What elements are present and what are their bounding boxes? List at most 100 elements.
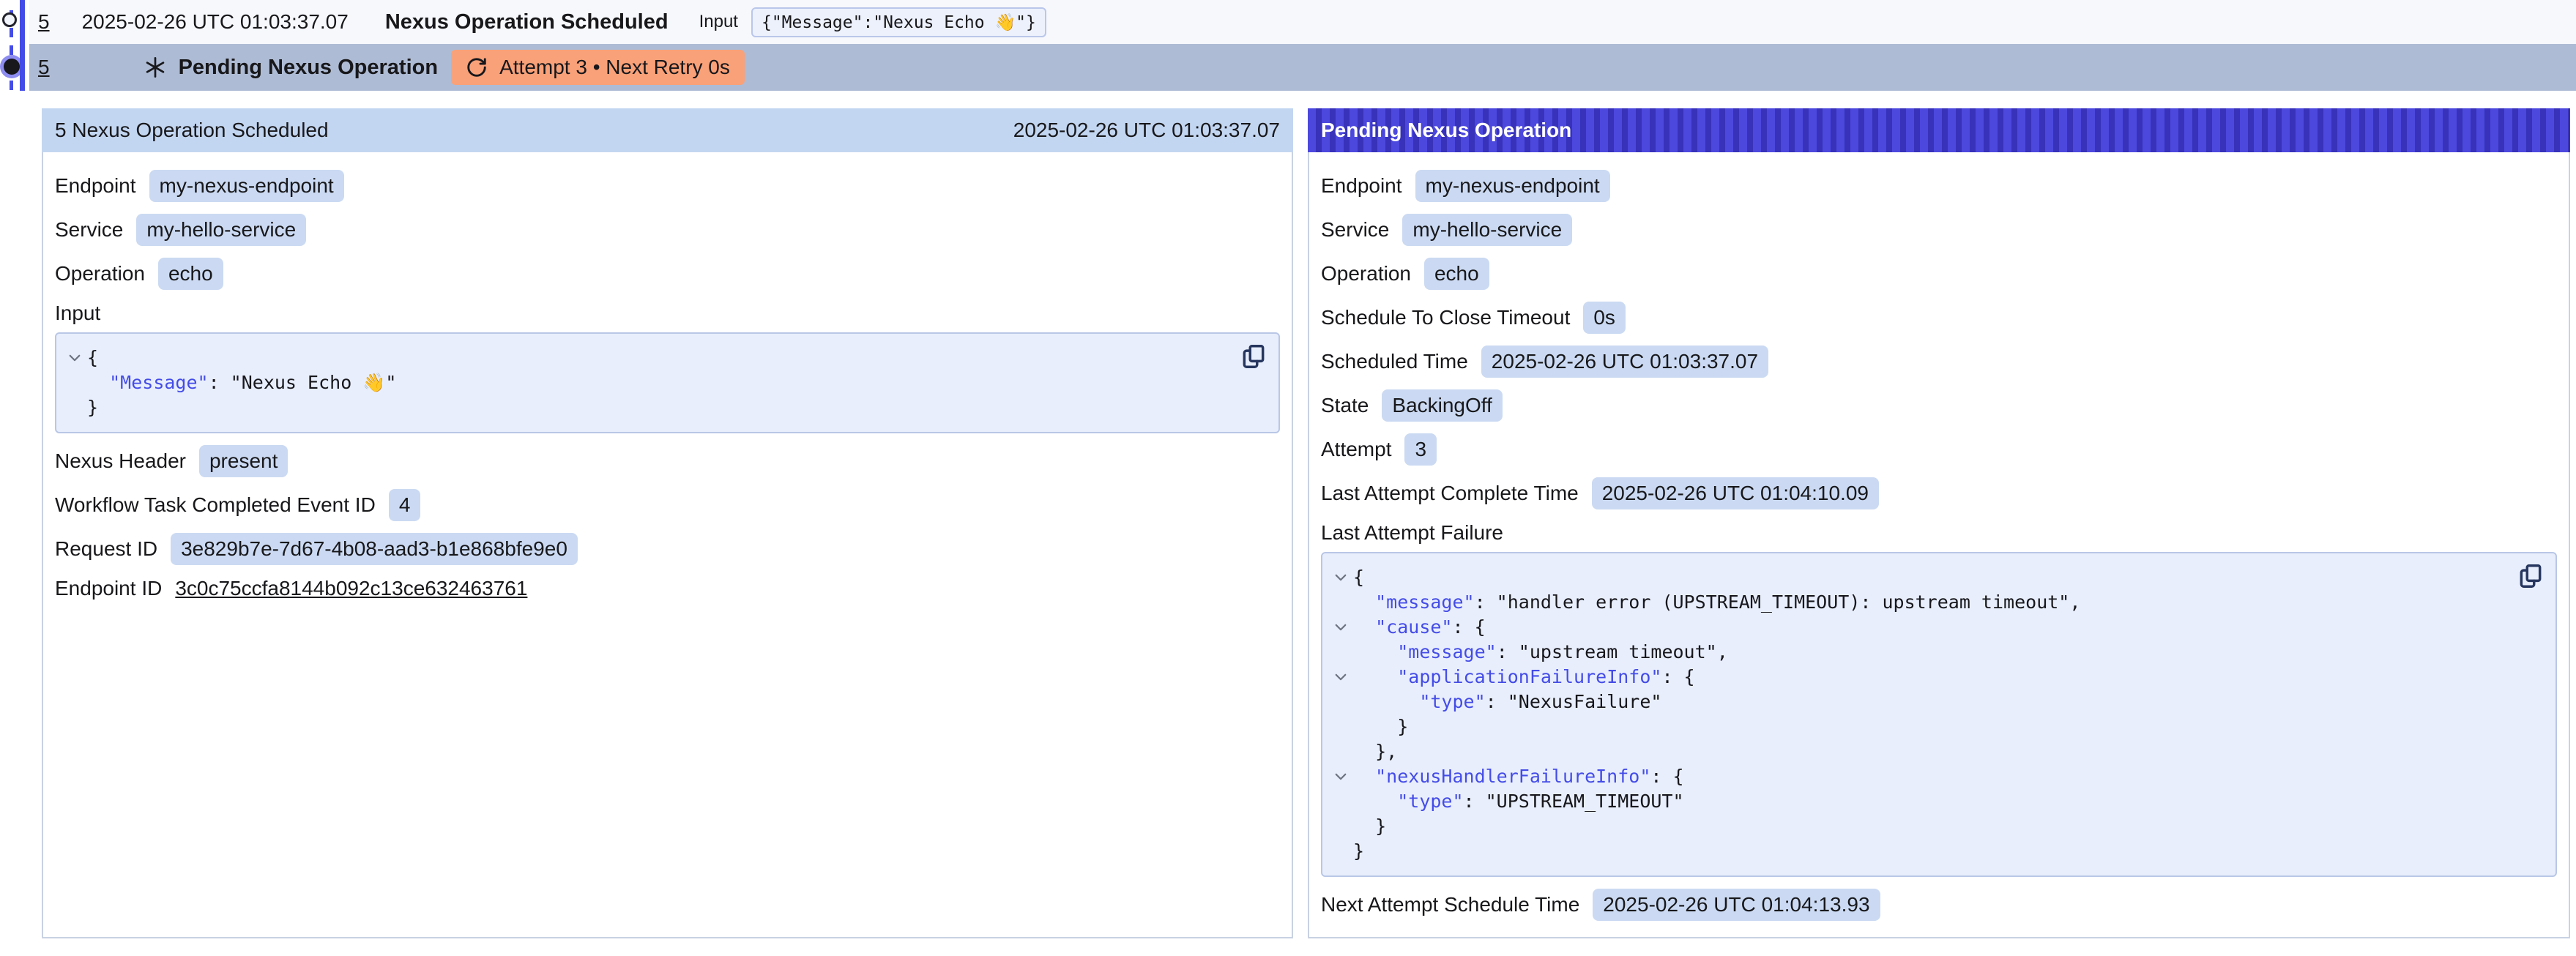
event-history-rows: 5 2025-02-26 UTC 01:03:37.07 Nexus Opera… <box>29 0 2576 91</box>
json-text <box>1353 666 1397 687</box>
field-label: Request ID <box>55 537 157 561</box>
field-label: Endpoint ID <box>55 577 162 600</box>
event-panel-title: 5 Nexus Operation Scheduled <box>55 119 329 142</box>
json-line: "message": "handler error (UPSTREAM_TIME… <box>1328 590 2509 615</box>
json-line-text: "cause": { <box>1353 615 1486 640</box>
code-block: { "message": "handler error (UPSTREAM_TI… <box>1321 552 2557 877</box>
field-label: Nexus Header <box>55 449 186 473</box>
field-value-badge: present <box>199 445 288 477</box>
event-row[interactable]: 5 2025-02-26 UTC 01:03:37.07 Nexus Opera… <box>29 0 2576 44</box>
chevron-down-icon[interactable] <box>1328 565 1353 590</box>
field-label: Workflow Task Completed Event ID <box>55 493 376 517</box>
field-value-badge: 2025-02-26 UTC 01:04:13.93 <box>1593 889 1880 921</box>
json-line-text: "type": "UPSTREAM_TIMEOUT" <box>1353 789 1684 814</box>
gutter-spacer <box>62 395 87 420</box>
copy-icon <box>2517 562 2545 590</box>
field-label: Next Attempt Schedule Time <box>1321 893 1579 916</box>
field-label: Input <box>55 302 1280 325</box>
json-key: "applicationFailureInfo" <box>1397 666 1661 687</box>
json-line-text: { <box>1353 565 1364 590</box>
json-text <box>1353 766 1375 787</box>
json-key: "message" <box>1397 641 1496 662</box>
input-label: Input <box>699 12 738 32</box>
field-value-badge: 2025-02-26 UTC 01:04:10.09 <box>1592 477 1879 509</box>
gutter-spacer <box>1328 839 1353 864</box>
field-row: Nexus Header present <box>55 445 1280 477</box>
field-label: Last Attempt Failure <box>1321 521 2557 545</box>
field-value-badge: my-nexus-endpoint <box>149 170 344 202</box>
pending-panel-title: Pending Nexus Operation <box>1321 119 1571 142</box>
json-text: } <box>1353 840 1364 862</box>
field-row: Next Attempt Schedule Time 2025-02-26 UTC… <box>1321 889 2557 921</box>
json-line: { <box>62 346 1232 370</box>
json-line-text: } <box>1353 814 1386 839</box>
field-row: Operationecho <box>1321 258 2557 290</box>
json-line: "Message": "Nexus Echo 👋" <box>62 370 1232 395</box>
json-text: : "upstream timeout", <box>1497 641 1728 662</box>
json-key: "type" <box>1397 791 1463 812</box>
chevron-down-icon[interactable] <box>1328 665 1353 690</box>
json-text: : { <box>1661 666 1694 687</box>
json-text <box>87 372 109 393</box>
gutter-spacer <box>1328 814 1353 839</box>
field-value-badge: 3e829b7e-7d67-4b08-aad3-b1e868bfe9e0 <box>171 533 578 565</box>
field-label: State <box>1321 394 1369 417</box>
endpoint-id-link[interactable]: 3c0c75ccfa8144b092c13ce632463761 <box>175 577 527 600</box>
pending-dot-marker <box>4 59 20 75</box>
json-text <box>1353 641 1397 662</box>
json-line-text: "applicationFailureInfo": { <box>1353 665 1695 690</box>
field-label: Scheduled Time <box>1321 350 1468 373</box>
event-panel-body: Endpoint my-nexus-endpoint Servicemy-hello… <box>42 152 1293 938</box>
field-label: Service <box>1321 218 1389 242</box>
gutter-spacer <box>62 370 87 395</box>
json-key: "type" <box>1419 691 1485 712</box>
pending-title: Pending Nexus Operation <box>179 56 439 80</box>
json-line-text: "Message": "Nexus Echo 👋" <box>87 370 396 395</box>
json-line: } <box>1328 814 2509 839</box>
json-text <box>1353 791 1397 812</box>
field-row: Input{ "Message": "Nexus Echo 👋"} <box>55 302 1280 433</box>
json-text: { <box>1353 567 1364 588</box>
field-row: Last Attempt Complete Time2025-02-26 UTC… <box>1321 477 2557 509</box>
input-preview-badge: {"Message":"Nexus Echo 👋"} <box>751 7 1046 37</box>
field-row: Request ID 3e829b7e-7d67-4b08-aad3-b1e868… <box>55 533 1280 565</box>
chevron-down-icon[interactable] <box>1328 764 1353 789</box>
field-value-badge: 4 <box>389 489 421 521</box>
event-id-link[interactable]: 5 <box>38 10 50 34</box>
json-line-text: "type": "NexusFailure" <box>1353 690 1661 714</box>
json-line-text: }, <box>1353 739 1397 764</box>
field-value-badge: my-hello-service <box>1402 214 1572 246</box>
field-value-badge: 3 <box>1404 433 1437 466</box>
json-text: : "NexusFailure" <box>1486 691 1662 712</box>
chevron-down-icon[interactable] <box>62 346 87 370</box>
field-value-badge: BackingOff <box>1382 389 1502 422</box>
json-text: : { <box>1650 766 1683 787</box>
json-text: : { <box>1452 616 1485 638</box>
pending-id-link[interactable]: 5 <box>38 56 50 79</box>
json-text: } <box>1353 716 1408 737</box>
field-value-badge: my-hello-service <box>136 214 306 246</box>
gutter-spacer <box>1328 714 1353 739</box>
field-row: Last Attempt Failure { "message": "handle… <box>1321 521 2557 877</box>
event-circle-marker <box>2 12 17 27</box>
gutter-spacer <box>1328 690 1353 714</box>
gutter-spacer <box>1328 739 1353 764</box>
field-label: Schedule To Close Timeout <box>1321 306 1570 329</box>
field-row: Servicemy-hello-service <box>55 214 1280 246</box>
field-row: State BackingOff <box>1321 389 2557 422</box>
field-row: Operationecho <box>55 258 1280 290</box>
field-label: Endpoint <box>55 174 136 198</box>
event-timestamp: 2025-02-26 UTC 01:03:37.07 <box>82 10 349 34</box>
copy-button[interactable] <box>2516 562 2545 591</box>
chevron-down-icon[interactable] <box>1328 615 1353 640</box>
field-row: Workflow Task Completed Event ID 4 <box>55 489 1280 521</box>
pending-operation-row[interactable]: 5 Pending Nexus Operation Attempt 3 • Ne… <box>29 44 2576 91</box>
json-text: }, <box>1353 741 1397 762</box>
copy-button[interactable] <box>1239 343 1268 372</box>
gutter-spacer <box>1328 590 1353 615</box>
field-label: Operation <box>1321 262 1411 285</box>
event-detail-panel: 5 Nexus Operation Scheduled 2025-02-26 U… <box>42 108 1293 938</box>
retry-badge-label: Attempt 3 • Next Retry 0s <box>499 56 730 79</box>
json-line-text: } <box>1353 714 1408 739</box>
field-value-badge: 0s <box>1583 302 1626 334</box>
